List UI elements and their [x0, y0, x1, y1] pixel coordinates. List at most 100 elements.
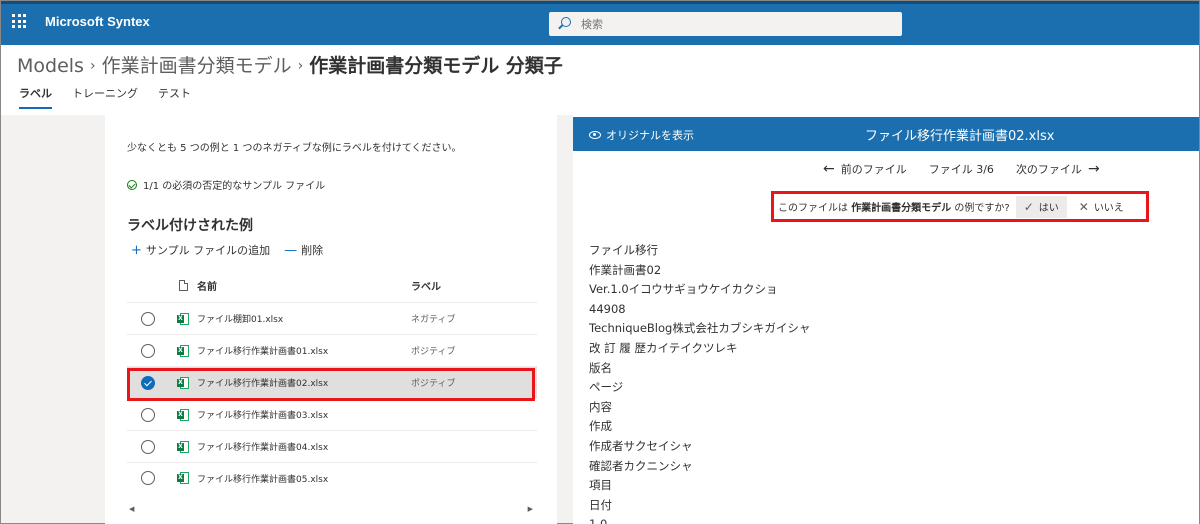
tab-training[interactable]: トレーニング	[72, 85, 138, 109]
labeled-examples-panel: 少なくとも 5 つの例と 1 つのネガティブな例にラベルを付けてください。 1/…	[105, 115, 557, 524]
table-header: 名前 ラベル	[127, 269, 537, 303]
row-select-radio[interactable]	[141, 311, 155, 326]
file-name[interactable]: ファイル移行作業計画書04.xlsx	[197, 440, 411, 453]
row-selected-check-icon[interactable]	[141, 375, 155, 390]
content-line: 項目	[589, 478, 612, 493]
content-line: 作業計画書02	[589, 262, 662, 277]
table-row[interactable]: X ファイル移行作業計画書03.xlsx	[127, 399, 537, 431]
next-file-button[interactable]: 次のファイル →	[1016, 161, 1100, 177]
check-circle-icon	[127, 179, 137, 190]
file-counter: ファイル 3/6	[928, 163, 994, 176]
breadcrumb-item-models[interactable]: Models	[17, 55, 84, 77]
horizontal-scrollbar[interactable]: ◀ ▶	[127, 503, 537, 515]
excel-file-icon: X	[177, 440, 189, 453]
breadcrumb-separator: ›	[89, 58, 96, 74]
row-select-radio[interactable]	[141, 343, 155, 358]
file-name[interactable]: ファイル移行作業計画書03.xlsx	[197, 408, 411, 421]
file-label: ネガティブ	[411, 315, 456, 325]
search-input[interactable]	[581, 16, 881, 32]
scroll-left-icon[interactable]: ◀	[129, 505, 134, 513]
content-line: 改 訂 履 歴カイテイクツレキ	[589, 340, 738, 355]
no-button[interactable]: ✕ いいえ	[1073, 196, 1130, 218]
checkmark-icon: ✓	[1023, 199, 1034, 214]
tab-label[interactable]: ラベル	[19, 85, 52, 109]
excel-file-icon: X	[177, 344, 189, 357]
next-file-label: 次のファイル	[1015, 163, 1082, 176]
viewer-file-title: ファイル移行作業計画書02.xlsx	[865, 129, 1055, 144]
label-question: このファイルは 作業計画書分類モデル の例ですか?	[778, 203, 1010, 214]
arrow-left-icon: ←	[823, 161, 835, 177]
file-name[interactable]: ファイル移行作業計画書02.xlsx	[197, 376, 411, 389]
yes-button[interactable]: ✓ はい	[1015, 195, 1067, 218]
label-question-bar: このファイルは 作業計画書分類モデル の例ですか? ✓ はい ✕ いいえ	[771, 191, 1149, 222]
file-label: ポジティブ	[411, 347, 456, 357]
row-select-radio[interactable]	[141, 471, 155, 485]
section-title: ラベル付けされた例	[127, 218, 253, 234]
excel-file-icon: X	[177, 312, 189, 325]
content-line: 44908	[589, 301, 626, 316]
instruction-text: 少なくとも 5 つの例と 1 つのネガティブな例にラベルを付けてください。	[127, 143, 462, 154]
show-original-button[interactable]: オリジナルを表示	[589, 127, 694, 143]
file-navigation: ← 前のファイル ファイル 3/6 次のファイル →	[823, 161, 1100, 177]
file-type-icon[interactable]	[178, 280, 188, 291]
search-icon	[561, 17, 571, 27]
show-original-label: オリジナルを表示	[606, 129, 694, 142]
content-line: TechniqueBlog株式会社カブシキガイシャ	[589, 321, 811, 336]
minus-icon: —	[284, 242, 298, 258]
viewer-header: オリジナルを表示 ファイル移行作業計画書02.xlsx	[573, 117, 1199, 151]
excel-file-icon: X	[177, 472, 189, 484]
tab-list: ラベル トレーニング テスト	[19, 85, 191, 109]
suite-bar: Microsoft Syntex	[1, 1, 1199, 45]
content-line: Ver.1.0イコウサギョウケイカクショ	[589, 282, 778, 297]
file-name[interactable]: ファイル移行作業計画書05.xlsx	[197, 472, 411, 485]
file-content: ファイル移行 作業計画書02 Ver.1.0イコウサギョウケイカクショ 4490…	[589, 241, 810, 524]
table-row[interactable]: X ファイル移行作業計画書05.xlsx	[127, 463, 537, 493]
content-line: 作成者サクセイシャ	[589, 438, 693, 453]
page-header: Models › 作業計画書分類モデル › 作業計画書分類モデル 分類子 ラベル トレー…	[1, 45, 1199, 115]
table-row-selected[interactable]: X ファイル移行作業計画書02.xlsx ポジティブ	[127, 367, 537, 399]
question-model-name: 作業計画書分類モデル	[851, 203, 952, 214]
excel-file-icon: X	[177, 376, 189, 389]
add-sample-button[interactable]: + サンプル ファイルの追加	[131, 242, 270, 258]
table-row[interactable]: X ファイル移行作業計画書04.xlsx	[127, 431, 537, 463]
file-name[interactable]: ファイル移行作業計画書01.xlsx	[197, 344, 411, 357]
content-line: 確認者カクニンシャ	[589, 458, 693, 473]
delete-label: 削除	[301, 244, 324, 257]
scroll-right-icon[interactable]: ▶	[528, 505, 533, 513]
breadcrumb: Models › 作業計画書分類モデル › 作業計画書分類モデル 分類子	[17, 51, 563, 78]
column-header-label[interactable]: ラベル	[411, 278, 531, 293]
content-line: ファイル移行	[589, 243, 658, 257]
yes-label: はい	[1038, 203, 1059, 214]
table-row[interactable]: X ファイル移行作業計画書01.xlsx ポジティブ	[127, 335, 537, 367]
search-box[interactable]	[549, 12, 902, 36]
add-sample-label: サンプル ファイルの追加	[145, 244, 271, 257]
row-select-radio[interactable]	[141, 439, 155, 454]
close-icon: ✕	[1078, 199, 1089, 214]
requirement-text: 1/1 の必須の否定的なサンプル ファイル	[143, 181, 326, 192]
arrow-right-icon: →	[1087, 161, 1100, 177]
app-name[interactable]: Microsoft Syntex	[45, 14, 150, 29]
previous-file-button[interactable]: ← 前のファイル	[823, 161, 907, 177]
content-line: 版名	[589, 360, 612, 375]
content-line: ページ	[589, 380, 624, 395]
eye-icon	[589, 131, 601, 139]
delete-button[interactable]: — 削除	[284, 242, 323, 258]
file-viewer-panel: オリジナルを表示 ファイル移行作業計画書02.xlsx ← 前のファイル ファイ…	[573, 115, 1199, 524]
requirement-status: 1/1 の必須の否定的なサンプル ファイル	[127, 177, 325, 192]
content-line: 1.0	[589, 515, 810, 524]
content-line: 作成	[589, 419, 612, 434]
row-select-radio[interactable]	[141, 407, 155, 422]
add-icon: +	[131, 242, 142, 258]
file-label: ポジティブ	[411, 379, 456, 389]
page-title: 作業計画書分類モデル 分類子	[309, 55, 563, 77]
excel-file-icon: X	[177, 408, 189, 421]
tab-test[interactable]: テスト	[158, 85, 191, 109]
breadcrumb-item-model[interactable]: 作業計画書分類モデル	[102, 55, 292, 77]
content-line: 内容	[589, 399, 612, 414]
app-launcher-icon[interactable]	[12, 14, 26, 28]
content-line: 日付	[589, 497, 612, 512]
examples-table: 名前 ラベル X ファイル棚卸01.xlsx ネガティブ X ファイル移行作業計…	[127, 269, 537, 493]
table-row[interactable]: X ファイル棚卸01.xlsx ネガティブ	[127, 303, 537, 335]
file-name[interactable]: ファイル棚卸01.xlsx	[197, 312, 411, 325]
column-header-name[interactable]: 名前	[197, 278, 411, 293]
